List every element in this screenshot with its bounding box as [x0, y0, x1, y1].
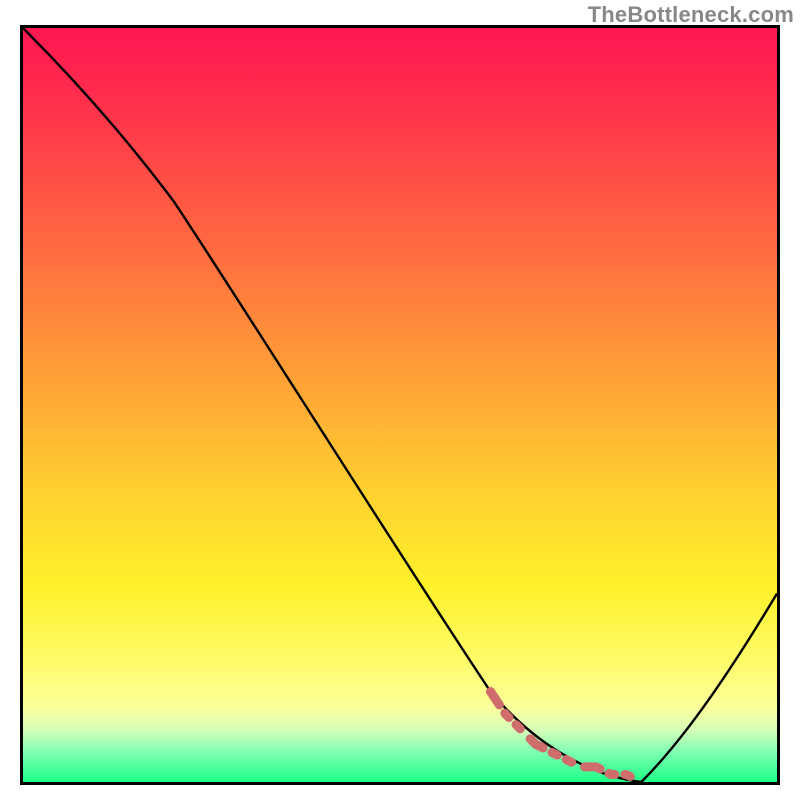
bottleneck-curve-path [23, 28, 777, 782]
chart-stage: TheBottleneck.com [0, 0, 800, 800]
plot-area [20, 25, 780, 785]
curve-layer [23, 28, 777, 782]
dashed-accent-path [490, 692, 641, 782]
